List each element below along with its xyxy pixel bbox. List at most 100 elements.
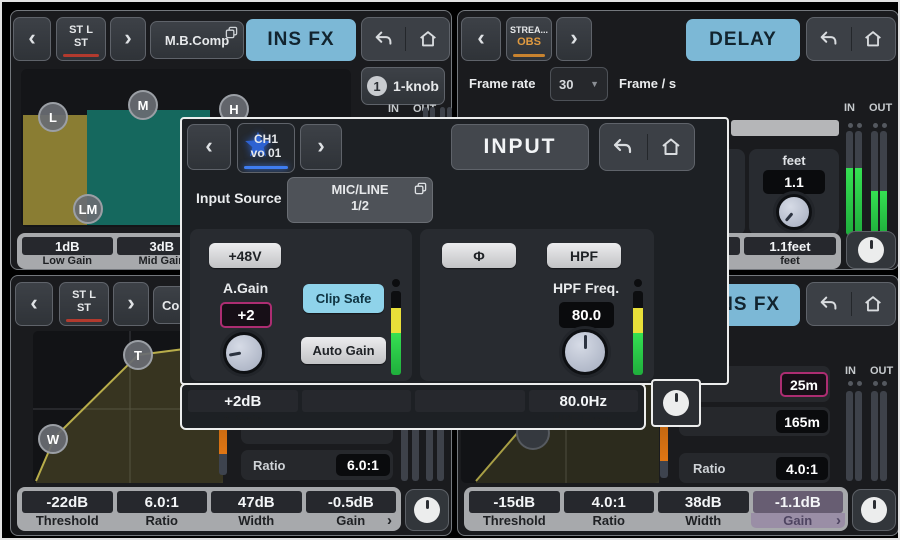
param-cell-threshold[interactable]: -15dBThreshold (469, 491, 560, 528)
channel-name-line2: ST (77, 302, 91, 315)
feet-label: feet (749, 153, 839, 168)
low-mid-crossover-label: LM (79, 202, 98, 217)
again-knob[interactable] (223, 332, 265, 374)
mid-band-label: M (138, 98, 149, 113)
hpf-button[interactable]: HPF (547, 243, 621, 268)
attack-row-value[interactable]: 25m (780, 372, 828, 397)
ratio-row[interactable]: Ratio 6.0:1 (241, 450, 393, 480)
param-cell-ratio[interactable]: 6.0:1Ratio (117, 491, 208, 528)
ratio-row-value[interactable]: 4.0:1 (776, 457, 828, 480)
dialog-title-label: INPUT (484, 135, 557, 159)
param-cell-ratio[interactable]: 4.0:1Ratio (564, 491, 655, 528)
undo-button[interactable] (807, 283, 851, 325)
out-meter-l (871, 131, 878, 235)
auto-gain-button[interactable]: Auto Gain (301, 337, 386, 364)
prev-channel-button[interactable]: ‹ (461, 17, 501, 61)
prev-channel-button[interactable]: ‹ (187, 124, 231, 170)
out-label: OUT (869, 102, 892, 114)
frame-rate-dropdown[interactable]: 30 ▼ (550, 67, 608, 101)
next-channel-button[interactable]: › (110, 17, 146, 61)
param-cell-gain[interactable]: -0.5dB Gain› (306, 491, 397, 528)
nav-group (361, 17, 450, 61)
home-button[interactable] (852, 283, 896, 325)
nav-group (806, 282, 896, 326)
input-source-button[interactable]: MIC/LINE 1/2 (287, 177, 433, 223)
hpf-knob[interactable] (562, 329, 608, 375)
home-icon (862, 28, 884, 50)
clip-dot (857, 381, 862, 386)
ratio-row-value[interactable]: 6.0:1 (336, 454, 390, 476)
threshold-handle[interactable]: T (123, 340, 153, 370)
low-mid-crossover-handle[interactable]: LM (73, 194, 103, 224)
prev-channel-button[interactable]: ‹ (15, 282, 53, 326)
chevron-left-icon: ‹ (477, 27, 484, 52)
in-meter-r (855, 391, 862, 481)
page-title-ins-fx[interactable]: INS FX (246, 19, 356, 61)
param-cell-width[interactable]: 47dBWidth (211, 491, 302, 528)
undo-icon (818, 293, 840, 315)
knob-icon (858, 237, 884, 263)
page-title-delay[interactable]: DELAY (686, 19, 800, 61)
knob-icon (663, 390, 689, 416)
delay-scale-bar (731, 120, 839, 136)
undo-icon (611, 135, 635, 159)
ratio-row-label: Ratio (693, 461, 726, 476)
low-band-handle[interactable]: L (38, 102, 68, 132)
param-cell-gain-selected[interactable]: -1.1dB Gain› (753, 491, 844, 528)
undo-button[interactable] (600, 124, 647, 170)
one-knob-label: 1-knob (393, 78, 439, 94)
more-params-icon[interactable]: › (387, 512, 392, 529)
one-knob-button[interactable]: 1 1-knob (361, 67, 445, 105)
clip-dot (882, 381, 887, 386)
undo-button[interactable] (362, 18, 405, 60)
feet-knob[interactable] (776, 194, 812, 230)
undo-button[interactable] (807, 18, 851, 60)
param-cell-threshold[interactable]: -22dBThreshold (22, 491, 113, 528)
in-label: IN (845, 365, 856, 377)
channel-select-button[interactable]: STREA... OBS (506, 17, 552, 61)
next-channel-button[interactable]: › (113, 282, 149, 326)
home-icon (417, 28, 439, 50)
ratio-row[interactable]: Ratio 4.0:1 (679, 453, 830, 483)
param-cell[interactable]: 1dBLow Gain (22, 237, 113, 266)
param-cell-width[interactable]: 38dBWidth (658, 491, 749, 528)
channel-select-button[interactable]: ST L ST (59, 282, 109, 326)
home-button[interactable] (406, 18, 449, 60)
channel-name-line1: ST L (69, 24, 93, 37)
touch-knob-button[interactable] (405, 489, 449, 531)
one-knob-badge: 1 (367, 76, 387, 96)
param-bar: -22dBThreshold 6.0:1Ratio 47dBWidth -0.5… (17, 487, 401, 531)
channel-select-button[interactable]: ST L ST (56, 17, 106, 61)
channel-name-line2: ST (74, 37, 88, 50)
mid-band-handle[interactable]: M (128, 90, 158, 120)
phantom-48v-button[interactable]: +48V (209, 243, 281, 268)
fx-name-button[interactable]: M.B.Comp (150, 21, 244, 59)
clip-safe-button[interactable]: Clip Safe (303, 284, 384, 313)
home-icon (659, 135, 683, 159)
release-row[interactable]: 165m (679, 407, 830, 436)
width-handle[interactable]: W (38, 424, 68, 454)
param-cell[interactable] (415, 390, 525, 427)
param-cell-hpf-freq[interactable]: 80.0HzHPF Freq. (529, 390, 639, 427)
home-button[interactable] (648, 124, 695, 170)
phase-button[interactable]: Φ (442, 243, 516, 268)
hpf-freq-value[interactable]: 80.0 (559, 302, 614, 328)
param-cell[interactable] (302, 390, 412, 427)
touch-knob-button[interactable] (846, 231, 896, 269)
channel-select-button[interactable]: CH1 vo 01 (237, 123, 295, 173)
page-title-label: INS FX (267, 29, 334, 51)
more-params-icon[interactable]: › (836, 512, 841, 529)
feet-value[interactable]: 1.1 (763, 170, 825, 194)
channel-name-line1: STREA... (510, 25, 548, 36)
again-value[interactable]: +2 (220, 302, 272, 328)
param-cell[interactable]: 1.1feetfeet (744, 237, 836, 266)
home-button[interactable] (852, 18, 896, 60)
touch-knob-button[interactable] (852, 489, 896, 531)
next-channel-button[interactable]: › (300, 124, 342, 170)
prev-channel-button[interactable]: ‹ (13, 17, 51, 61)
clip-dot (873, 381, 878, 386)
input-dialog-knob-button[interactable] (651, 379, 701, 427)
release-row-value[interactable]: 165m (776, 410, 828, 433)
next-channel-button[interactable]: › (556, 17, 592, 61)
param-cell-again[interactable]: +2dBA.Gain (188, 390, 298, 427)
